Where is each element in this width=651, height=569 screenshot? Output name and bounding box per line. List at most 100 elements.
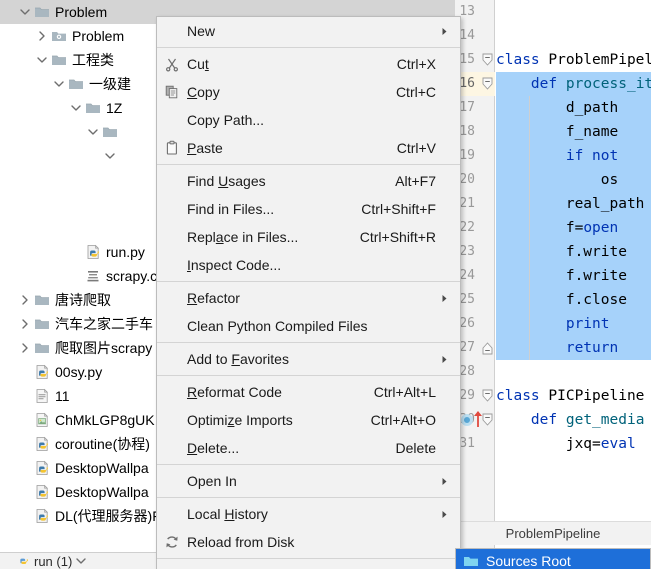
code-line[interactable]: def process_item: [496, 72, 651, 96]
mark-directory-as-submenu[interactable]: Sources Root: [455, 548, 651, 569]
chevron-right-icon[interactable]: [17, 288, 32, 312]
menu-item-local-history[interactable]: Local History: [157, 500, 460, 528]
fold-open-icon[interactable]: [482, 408, 495, 432]
code-line[interactable]: jxq=eval: [496, 432, 651, 456]
code-line[interactable]: d_path: [496, 96, 651, 120]
tree-arrow-spacer: [17, 480, 32, 504]
fold-open-icon[interactable]: [482, 48, 495, 72]
tree-arrow-spacer: [17, 408, 32, 432]
python-icon: [32, 456, 52, 480]
code-line[interactable]: if not: [496, 144, 651, 168]
run-to-cursor-arrow-icon[interactable]: [473, 410, 483, 432]
bottom-tab-run[interactable]: run (1): [16, 553, 86, 569]
breakpoint-icon[interactable]: [461, 414, 473, 426]
chevron-right-icon[interactable]: [34, 24, 49, 48]
editor-gutter[interactable]: 13141516171819202122232425262728293031: [455, 0, 495, 552]
code-line[interactable]: class PICPipeline: [496, 384, 651, 408]
tree-item-label: 工程类: [72, 52, 114, 68]
code-line[interactable]: [496, 360, 651, 384]
menu-separator: [157, 47, 460, 48]
menu-item-paste[interactable]: Paste Ctrl+V: [157, 134, 460, 162]
folder-icon: [83, 96, 103, 120]
chevron-down-icon[interactable]: [51, 72, 66, 96]
menu-separator: [157, 375, 460, 376]
fold-close-icon[interactable]: [482, 336, 495, 360]
menu-item-open-in[interactable]: Open In: [157, 467, 460, 495]
context-menu[interactable]: New Cut Ctrl+X Copy Ctrl+C Copy Path... Paste C…: [156, 16, 461, 569]
code-line[interactable]: f.write: [496, 240, 651, 264]
submenu-item-sources-root[interactable]: Sources Root: [456, 549, 650, 569]
menu-separator: [157, 164, 460, 165]
menu-item-label: Reload from Disk: [187, 534, 295, 550]
code-line[interactable]: def get_media: [496, 408, 651, 432]
paste-icon: [157, 140, 187, 156]
folder-icon: [32, 336, 52, 360]
chevron-down-icon[interactable]: [34, 48, 49, 72]
menu-item-cut[interactable]: Cut Ctrl+X: [157, 50, 460, 78]
menu-item-label: Find in Files...: [187, 201, 275, 217]
menu-item-shortcut: Ctrl+Alt+L: [373, 384, 436, 400]
tree-icon-spacer: [117, 168, 137, 192]
menu-item-label: Copy: [187, 84, 220, 100]
menu-item-label: Paste: [187, 140, 223, 156]
fold-open-icon[interactable]: [482, 72, 495, 96]
text-icon: [32, 384, 52, 408]
menu-item-new[interactable]: New: [157, 17, 460, 45]
code-line[interactable]: f_name: [496, 120, 651, 144]
tree-icon-spacer: [117, 216, 137, 240]
code-line[interactable]: [496, 24, 651, 48]
tree-arrow-spacer: [17, 360, 32, 384]
chevron-right-icon[interactable]: [17, 312, 32, 336]
folder-icon: [49, 48, 69, 72]
submenu-item-label: Sources Root: [486, 553, 571, 569]
chevron-right-icon[interactable]: [17, 336, 32, 360]
menu-item-find-in-files[interactable]: Find in Files... Ctrl+Shift+F: [157, 195, 460, 223]
menu-item-compare-with[interactable]: Compare With...Ctrl+D: [157, 561, 460, 569]
python-icon: [83, 240, 103, 264]
menu-item-find-usages[interactable]: Find Usages Alt+F7: [157, 167, 460, 195]
code-editor[interactable]: 13141516171819202122232425262728293031 c…: [455, 0, 651, 552]
tree-arrow-spacer: [17, 384, 32, 408]
menu-item-reload-from-disk[interactable]: Reload from Disk: [157, 528, 460, 556]
chevron-down-icon[interactable]: [85, 120, 100, 144]
code-line[interactable]: [496, 0, 651, 24]
menu-item-copy-path[interactable]: Copy Path...: [157, 106, 460, 134]
chevron-down-icon[interactable]: [17, 0, 32, 24]
menu-item-label: Optimize Imports: [187, 412, 293, 428]
code-line[interactable]: f.write: [496, 264, 651, 288]
tree-item-label: DesktopWallpa: [55, 460, 149, 476]
chevron-down-icon[interactable]: [68, 96, 83, 120]
code-line[interactable]: return: [496, 336, 651, 360]
fold-open-icon[interactable]: [482, 384, 495, 408]
menu-item-add-to-favorites[interactable]: Add to Favorites: [157, 345, 460, 373]
bottom-tab-list[interactable]: run (1): [14, 553, 96, 569]
menu-item-reformat-code[interactable]: Reformat Code Ctrl+Alt+L: [157, 378, 460, 406]
code-line[interactable]: print: [496, 312, 651, 336]
config-icon: [83, 264, 103, 288]
code-line[interactable]: f.close: [496, 288, 651, 312]
code-line[interactable]: real_path: [496, 192, 651, 216]
code-line[interactable]: class ProblemPipeline: [496, 48, 651, 72]
editor-code-area[interactable]: class ProblemPipeline def process_item d…: [496, 0, 651, 552]
menu-separator: [157, 558, 460, 559]
code-line[interactable]: f=open: [496, 216, 651, 240]
submenu-arrow-icon: [436, 27, 452, 36]
menu-item-clean-python-compiled-files[interactable]: Clean Python Compiled Files: [157, 312, 460, 340]
code-line[interactable]: os: [496, 168, 651, 192]
menu-item-inspect-code[interactable]: Inspect Code...: [157, 251, 460, 279]
tree-arrow-spacer: [17, 432, 32, 456]
menu-item-delete[interactable]: Delete... Delete: [157, 434, 460, 462]
menu-item-replace-in-files[interactable]: Replace in Files... Ctrl+Shift+R: [157, 223, 460, 251]
tree-icon-spacer: [117, 144, 137, 168]
chevron-down-icon[interactable]: [76, 554, 86, 569]
menu-item-optimize-imports[interactable]: Optimize Imports Ctrl+Alt+O: [157, 406, 460, 434]
chevron-down-icon[interactable]: [102, 144, 117, 168]
menu-item-refactor[interactable]: Refactor: [157, 284, 460, 312]
menu-item-copy[interactable]: Copy Ctrl+C: [157, 78, 460, 106]
menu-separator: [157, 464, 460, 465]
menu-item-label: Inspect Code...: [187, 257, 282, 273]
